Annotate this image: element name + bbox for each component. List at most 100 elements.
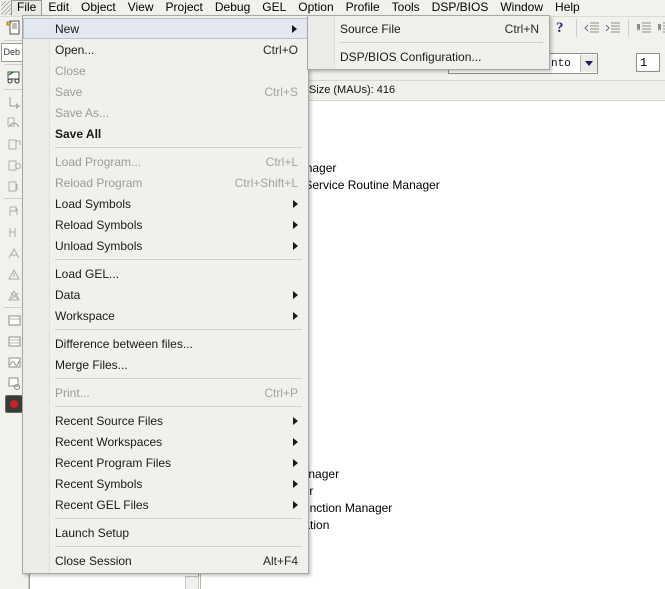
file-menu-item-unload-symbols[interactable]: Unload Symbols bbox=[23, 235, 308, 256]
file-menu-item-workspace[interactable]: Workspace bbox=[23, 305, 308, 326]
file-menu-item-print: Print... Ctrl+P bbox=[23, 382, 308, 403]
decrease-indent-icon[interactable] bbox=[583, 19, 601, 37]
submenu-arrow-icon bbox=[293, 199, 298, 208]
file-menu-item-data[interactable]: Data bbox=[23, 284, 308, 305]
toolbar-separator bbox=[4, 198, 24, 199]
file-menu-item-launch-setup[interactable]: Launch Setup bbox=[23, 522, 308, 543]
menu-item-shortcut: Ctrl+S bbox=[264, 84, 298, 99]
submenu-arrow-icon bbox=[293, 500, 298, 509]
submenu-arrow-icon bbox=[292, 24, 297, 33]
file-menu-item-difference-between-files[interactable]: Difference between files... bbox=[23, 333, 308, 354]
ccs-application-window: 5896 Est. Min. Stack Size (MAUs): 416 at… bbox=[0, 0, 665, 589]
menubar-item-gel[interactable]: GEL bbox=[256, 0, 292, 16]
menubar-item-project[interactable]: Project bbox=[160, 0, 209, 16]
file-menu-item-load-program: Load Program... Ctrl+L bbox=[23, 151, 308, 172]
menubar-item-profile[interactable]: Profile bbox=[340, 0, 386, 16]
menu-item-label: DSP/BIOS Configuration... bbox=[340, 49, 482, 64]
new-submenu-item-dsp-bios-configuration[interactable]: DSP/BIOS Configuration... bbox=[308, 46, 549, 67]
file-menu-item-reload-symbols[interactable]: Reload Symbols bbox=[23, 214, 308, 235]
menubar-item-dsp-bios[interactable]: DSP/BIOS bbox=[426, 0, 495, 16]
menu-item-label: Load GEL... bbox=[55, 266, 120, 281]
menu-item-label: Unload Symbols bbox=[55, 238, 143, 253]
submenu-arrow-icon bbox=[293, 241, 298, 250]
menu-item-label: Reload Symbols bbox=[55, 217, 143, 232]
file-menu-item-new[interactable]: New bbox=[23, 18, 308, 39]
menu-item-label: Load Program... bbox=[55, 154, 142, 169]
scrollbar-corner[interactable] bbox=[185, 576, 199, 589]
record-icon bbox=[5, 395, 23, 413]
menubar-item-option[interactable]: Option bbox=[292, 0, 339, 16]
file-menu-item-save-as: Save As... bbox=[23, 102, 308, 123]
menubar-item-window[interactable]: Window bbox=[494, 0, 549, 16]
menu-item-shortcut: Ctrl+L bbox=[265, 154, 298, 169]
menu-separator bbox=[55, 378, 302, 379]
file-menu-item-recent-gel-files[interactable]: Recent GEL Files bbox=[23, 494, 308, 515]
menu-item-label: Recent Program Files bbox=[55, 455, 172, 470]
file-menu-item-load-symbols[interactable]: Load Symbols bbox=[23, 193, 308, 214]
submenu-arrow-icon bbox=[293, 479, 298, 488]
menubar-item-tools[interactable]: Tools bbox=[386, 0, 426, 16]
menu-item-label: Reload Program bbox=[55, 175, 143, 190]
submenu-arrow-icon bbox=[293, 311, 298, 320]
chevron-down-icon[interactable] bbox=[580, 55, 597, 72]
menubar-item-view[interactable]: View bbox=[122, 0, 160, 16]
new-submenu-dropdown[interactable]: Source File Ctrl+N DSP/BIOS Configuration.… bbox=[307, 15, 550, 70]
menubar-item-object[interactable]: Object bbox=[75, 0, 122, 16]
menu-separator bbox=[55, 147, 302, 148]
toolbar-separator bbox=[4, 89, 24, 90]
menu-separator bbox=[55, 406, 302, 407]
submenu-arrow-icon bbox=[293, 416, 298, 425]
toolbar-grip-icon[interactable] bbox=[1, 1, 11, 15]
file-menu-item-recent-source-files[interactable]: Recent Source Files bbox=[23, 410, 308, 431]
menu-item-label: New bbox=[55, 21, 80, 36]
menu-item-label: Merge Files... bbox=[55, 357, 128, 372]
menu-item-label: Recent GEL Files bbox=[55, 497, 149, 512]
menu-item-label: Close bbox=[55, 63, 86, 78]
menu-item-label: Source File bbox=[340, 21, 401, 36]
submenu-arrow-icon bbox=[293, 290, 298, 299]
toolbar-separator bbox=[4, 307, 24, 308]
file-menu-item-load-gel[interactable]: Load GEL... bbox=[23, 263, 308, 284]
file-menu-item-recent-workspaces[interactable]: Recent Workspaces bbox=[23, 431, 308, 452]
menubar-item-help[interactable]: Help bbox=[549, 0, 586, 16]
menu-item-shortcut: Ctrl+Shift+L bbox=[234, 175, 298, 190]
menu-item-label: Recent Workspaces bbox=[55, 434, 163, 449]
submenu-arrow-icon bbox=[293, 437, 298, 446]
file-menu-item-save-all[interactable]: Save All bbox=[23, 123, 308, 144]
menu-item-label: Recent Symbols bbox=[55, 476, 143, 491]
bookmark-prev-icon[interactable] bbox=[635, 19, 653, 37]
toolbar-separator bbox=[575, 19, 577, 37]
menu-separator bbox=[55, 518, 302, 519]
file-menu-item-open[interactable]: Open... Ctrl+O bbox=[23, 39, 308, 60]
menu-item-label: Data bbox=[55, 287, 81, 302]
menu-item-shortcut: Ctrl+N bbox=[504, 21, 539, 36]
file-menu-item-merge-files[interactable]: Merge Files... bbox=[23, 354, 308, 375]
toolbar-right-group[interactable]: ? bbox=[556, 19, 665, 37]
menu-item-shortcut: Alt+F4 bbox=[262, 553, 298, 568]
menu-separator bbox=[340, 42, 543, 43]
new-submenu-item-source-file[interactable]: Source File Ctrl+N bbox=[308, 18, 549, 39]
menu-item-label: Save All bbox=[55, 126, 102, 141]
file-menu-item-save: Save Ctrl+S bbox=[23, 81, 308, 102]
file-menu-item-close-session[interactable]: Close Session Alt+F4 bbox=[23, 550, 308, 571]
menu-item-label: Load Symbols bbox=[55, 196, 132, 211]
menubar-item-file[interactable]: File bbox=[11, 0, 43, 16]
file-menu-item-recent-symbols[interactable]: Recent Symbols bbox=[23, 473, 308, 494]
step-count-input[interactable]: 1 bbox=[636, 53, 660, 72]
bookmark-next-icon[interactable] bbox=[656, 19, 665, 37]
menu-item-label: Save As... bbox=[55, 105, 110, 120]
submenu-arrow-icon bbox=[293, 220, 298, 229]
menubar-item-debug[interactable]: Debug bbox=[209, 0, 256, 16]
increase-indent-icon[interactable] bbox=[604, 19, 622, 37]
menu-item-shortcut: Ctrl+O bbox=[262, 42, 298, 57]
menu-item-label: Open... bbox=[55, 42, 95, 57]
toolbar-separator bbox=[4, 64, 24, 65]
menu-item-label: Workspace bbox=[55, 308, 115, 323]
help-icon[interactable]: ? bbox=[556, 20, 564, 37]
menu-separator bbox=[55, 329, 302, 330]
file-menu-dropdown[interactable]: New Open... Ctrl+O Close Save Ctrl+S Save As..… bbox=[22, 15, 309, 574]
menu-separator bbox=[55, 546, 302, 547]
file-menu-item-recent-program-files[interactable]: Recent Program Files bbox=[23, 452, 308, 473]
file-menu-item-reload-program: Reload Program Ctrl+Shift+L bbox=[23, 172, 308, 193]
menubar-item-edit[interactable]: Edit bbox=[42, 0, 75, 16]
